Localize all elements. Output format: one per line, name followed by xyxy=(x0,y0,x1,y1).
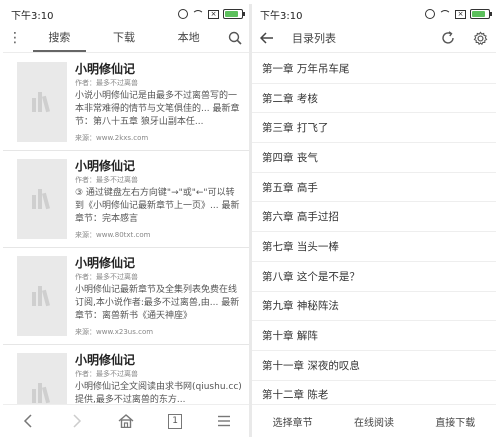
chapter-item[interactable]: 第七章 当头一棒 xyxy=(252,232,496,262)
book-cover xyxy=(17,353,67,405)
battery-icon xyxy=(470,9,492,19)
chapter-list-screen: 下午3:10 × 目录列表 第一章 万年吊车尾 第二章 考核 第三章 打飞了 第… xyxy=(252,4,496,437)
page-count-button[interactable]: 1 xyxy=(160,410,190,432)
refresh-icon[interactable] xyxy=(432,31,464,45)
book-placeholder-icon xyxy=(32,381,52,404)
search-icon[interactable] xyxy=(221,31,249,45)
chapter-item[interactable]: 第三章 打飞了 xyxy=(252,113,496,144)
result-item[interactable]: 小明修仙记 作者：最多不过离兽 小明修仙记最新章节及全集列表免费在线订阅,本小说… xyxy=(3,248,249,345)
book-source: 来源：www.2kxs.com xyxy=(75,134,149,142)
book-title: 小明修仙记 xyxy=(75,353,136,367)
no-sim-icon: × xyxy=(208,9,219,19)
book-author: 作者：最多不过离兽 xyxy=(75,79,138,87)
select-chapters-button[interactable]: 选择章节 xyxy=(273,414,313,429)
result-item[interactable]: 小明修仙记 作者：最多不过离兽 ③ 通过键盘左右方向键"→"或"←"可以转到《小… xyxy=(3,151,249,248)
book-source: 来源：www.80txt.com xyxy=(75,231,151,239)
chapter-item[interactable]: 第十一章 深夜的叹息 xyxy=(252,351,496,381)
book-cover xyxy=(17,256,67,336)
chapter-item[interactable]: 第五章 高手 xyxy=(252,173,496,203)
forward-chevron-icon[interactable] xyxy=(62,410,92,432)
battery-icon xyxy=(223,9,245,19)
search-results: 小明修仙记 作者：最多不过离兽 小说小明修仙记是由最多不过离兽写的一本非常难得的… xyxy=(3,54,249,405)
book-description: ③ 通过键盘左右方向键"→"或"←"可以转到《小明修仙记最新章节上一页》... … xyxy=(75,188,240,224)
tab-local[interactable]: 本地 xyxy=(156,24,221,52)
book-placeholder-icon xyxy=(32,284,52,307)
book-title: 小明修仙记 xyxy=(75,62,136,76)
result-item[interactable]: 小明修仙记 作者：最多不过离兽 小明修仙记全文阅读由求书网(qiushu.cc)… xyxy=(3,345,249,405)
book-placeholder-icon xyxy=(32,187,52,210)
tab-search[interactable]: 搜索 xyxy=(27,24,92,52)
alarm-icon xyxy=(425,9,435,19)
chapter-item[interactable]: 第二章 考核 xyxy=(252,84,496,114)
book-author: 作者：最多不过离兽 xyxy=(75,370,138,378)
browser-nav-bar: 1 xyxy=(3,404,249,437)
settings-gear-icon[interactable] xyxy=(464,31,496,46)
chapter-list: 第一章 万年吊车尾 第二章 考核 第三章 打飞了 第四章 丧气 第五章 高手 第… xyxy=(252,54,496,405)
chapter-item[interactable]: 第六章 高手过招 xyxy=(252,202,496,233)
back-chevron-icon[interactable] xyxy=(13,410,43,432)
wifi-icon xyxy=(192,10,204,18)
book-source: 来源：www.x23us.com xyxy=(75,328,154,336)
tab-download[interactable]: 下载 xyxy=(92,24,157,52)
header-bar: 目录列表 xyxy=(252,24,496,53)
book-description: 小说小明修仙记是由最多不过离兽写的一本非常难得的情节与文笔俱佳的... 最新章节… xyxy=(75,91,240,127)
status-time: 下午3:10 xyxy=(260,10,303,22)
status-icons: × xyxy=(425,9,492,19)
book-placeholder-icon xyxy=(32,90,52,113)
chapter-item[interactable]: 第一章 万年吊车尾 xyxy=(252,54,496,84)
search-screen: 下午3:10 × ⋮ 搜索 下载 本地 小明修仙记 作者：最多不过离兽 小说小明… xyxy=(3,4,249,437)
chapter-item[interactable]: 第十二章 陈老 xyxy=(252,381,496,405)
chapter-item[interactable]: 第十章 解阵 xyxy=(252,321,496,351)
status-icons: × xyxy=(178,9,245,19)
action-bar: 选择章节 在线阅读 直接下载 xyxy=(252,404,496,437)
status-bar: 下午3:10 × xyxy=(3,4,249,24)
back-arrow-icon[interactable] xyxy=(252,32,282,44)
status-time: 下午3:10 xyxy=(11,10,54,22)
page-count: 1 xyxy=(168,413,183,429)
book-description: 小明修仙记最新章节及全集列表免费在线订阅,本小说作者:最多不过离兽,由... 最… xyxy=(75,285,240,321)
book-title: 小明修仙记 xyxy=(75,159,136,173)
status-bar: 下午3:10 × xyxy=(252,4,496,24)
more-menu-icon[interactable]: ⋮ xyxy=(3,30,27,46)
book-description: 小明修仙记全文阅读由求书网(qiushu.cc)提供,最多不过离兽的东方... xyxy=(75,382,242,405)
page-title: 目录列表 xyxy=(292,32,336,45)
tab-bar: ⋮ 搜索 下载 本地 xyxy=(3,24,249,53)
alarm-icon xyxy=(178,9,188,19)
read-online-button[interactable]: 在线阅读 xyxy=(354,414,394,429)
book-cover xyxy=(17,159,67,239)
chapter-item[interactable]: 第八章 这个是不是？ xyxy=(252,262,496,292)
book-author: 作者：最多不过离兽 xyxy=(75,176,138,184)
book-cover xyxy=(17,62,67,142)
no-sim-icon: × xyxy=(455,9,466,19)
book-author: 作者：最多不过离兽 xyxy=(75,273,138,281)
book-title: 小明修仙记 xyxy=(75,256,136,270)
menu-icon[interactable] xyxy=(209,410,239,432)
result-item[interactable]: 小明修仙记 作者：最多不过离兽 小说小明修仙记是由最多不过离兽写的一本非常难得的… xyxy=(3,54,249,151)
chapter-item[interactable]: 第九章 神秘阵法 xyxy=(252,292,496,322)
chapter-item[interactable]: 第四章 丧气 xyxy=(252,143,496,173)
home-icon[interactable] xyxy=(111,410,141,432)
download-button[interactable]: 直接下载 xyxy=(435,414,475,429)
wifi-icon xyxy=(439,10,451,18)
